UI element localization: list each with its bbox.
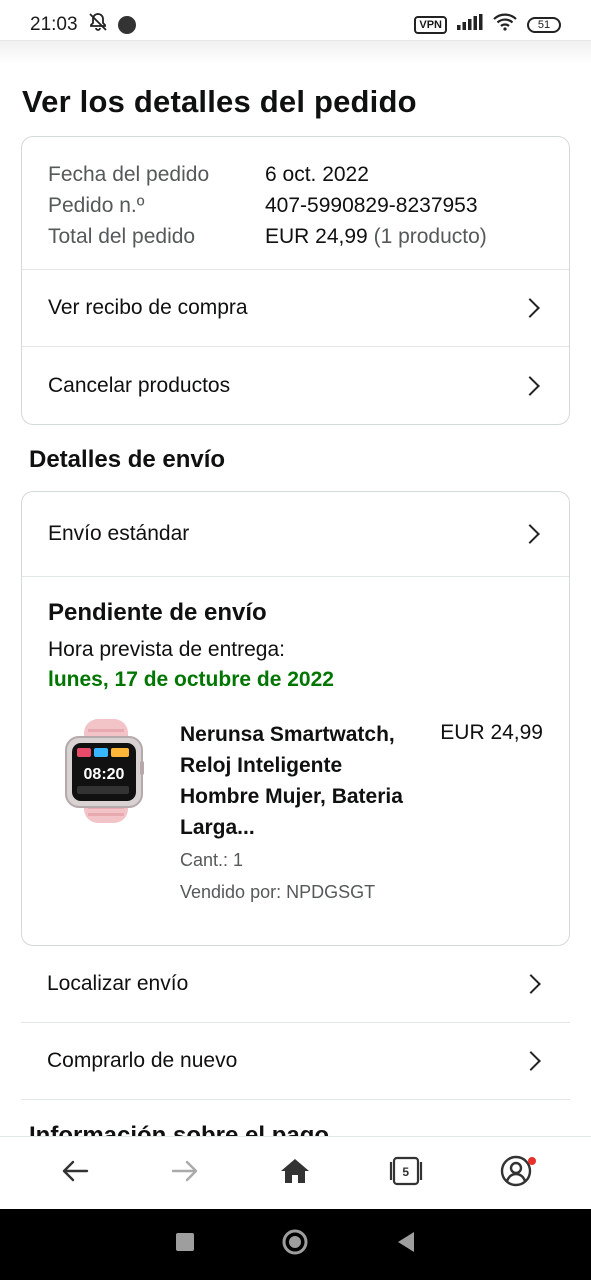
wifi-icon (493, 13, 517, 37)
order-number-value: 407-5990829-8237953 (265, 194, 478, 217)
order-total-label: Total del pedido (48, 225, 196, 248)
circle-icon (281, 1228, 309, 1261)
order-number-label: Pedido n.º (48, 194, 145, 217)
top-toolbar-shadow (0, 40, 591, 64)
notification-dot (527, 1157, 536, 1165)
view-receipt-label: Ver recibo de compra (48, 296, 248, 319)
watch-face-time: 08:20 (84, 766, 125, 783)
track-package-link[interactable]: Localizar envío (21, 946, 570, 1023)
payment-info-heading: Información sobre el pago (29, 1122, 330, 1136)
order-date-value: 6 oct. 2022 (265, 163, 369, 186)
shipment-status-title: Pendiente de envío (48, 599, 267, 626)
view-receipt-link[interactable]: Ver recibo de compra (22, 270, 569, 347)
order-total-value: EUR 24,99 (1 producto) (265, 221, 487, 252)
order-details-content[interactable]: Ver los detalles del pedido Fecha del pe… (0, 64, 591, 1136)
chevron-right-icon (520, 524, 540, 544)
shipment-status: Pendiente de envío Hora prevista de entr… (22, 577, 569, 929)
bell-muted-icon (88, 12, 108, 38)
delivery-eta-label: Hora prevista de entrega: (48, 638, 285, 661)
notification-dot-icon (117, 16, 136, 34)
signal-icon (457, 14, 483, 36)
home-button[interactable] (265, 1143, 325, 1203)
chevron-right-icon (521, 974, 541, 994)
account-button[interactable] (486, 1143, 546, 1203)
order-item-count: (1 producto) (373, 225, 487, 248)
order-number-row: Pedido n.º 407-5990829-8237953 (48, 190, 543, 221)
triangle-back-icon (396, 1231, 416, 1258)
square-icon (175, 1232, 195, 1257)
system-back-button[interactable] (386, 1225, 426, 1265)
order-summary-card: Fecha del pedido 6 oct. 2022 Pedido n.º … (21, 136, 570, 425)
product-quantity: Cant.: 1 (180, 850, 244, 870)
shipping-section-title: Detalles de envío (29, 446, 226, 473)
system-home-button[interactable] (275, 1225, 315, 1265)
order-actions-list: Localizar envío Comprarlo de nuevo (21, 946, 570, 1100)
cancel-items-link[interactable]: Cancelar productos (22, 347, 569, 424)
home-icon (280, 1157, 310, 1190)
product-image[interactable]: 08:20 (54, 719, 158, 823)
order-date-row: Fecha del pedido 6 oct. 2022 (48, 159, 543, 190)
back-button[interactable] (45, 1143, 105, 1203)
cancel-items-label: Cancelar productos (48, 373, 231, 397)
vpn-badge: VPN (414, 16, 447, 34)
battery-indicator: 51 (527, 17, 561, 33)
system-navigation-bar (0, 1209, 591, 1280)
product-details: Nerunsa Smartwatch, Reloj Inteligente Ho… (180, 719, 420, 907)
product-name[interactable]: Nerunsa Smartwatch, Reloj Inteligente Ho… (180, 719, 420, 843)
delivery-eta-date: lunes, 17 de octubre de 2022 (48, 668, 334, 691)
order-total-amount: EUR 24,99 (265, 225, 368, 248)
chevron-right-icon (520, 298, 540, 318)
arrow-left-icon (61, 1159, 89, 1188)
tabs-count: 5 (402, 1165, 409, 1179)
track-package-label: Localizar envío (47, 972, 189, 995)
forward-button[interactable] (155, 1143, 215, 1203)
page-title: Ver los detalles del pedido (22, 84, 417, 119)
bottom-navigation: 5 (0, 1136, 591, 1209)
chevron-right-icon (520, 375, 540, 396)
product-seller: Vendido por: NPDGSGT (180, 882, 376, 902)
shipping-method-link[interactable]: Envío estándar (22, 492, 569, 577)
product-item[interactable]: 08:20 Nerunsa Smartwatch, Reloj Intelige… (48, 719, 543, 907)
chevron-right-icon (521, 1051, 541, 1071)
order-info: Fecha del pedido 6 oct. 2022 Pedido n.º … (22, 137, 569, 270)
shipping-method-label: Envío estándar (48, 522, 190, 545)
status-time: 21:03 (30, 14, 78, 35)
arrow-right-icon (171, 1159, 199, 1188)
shipment-card: Envío estándar Pendiente de envío Hora p… (21, 491, 570, 946)
order-date-label: Fecha del pedido (48, 163, 210, 186)
buy-again-label: Comprarlo de nuevo (47, 1049, 238, 1072)
tabs-button[interactable]: 5 (376, 1143, 436, 1203)
product-price: EUR 24,99 (440, 721, 543, 744)
buy-again-link[interactable]: Comprarlo de nuevo (21, 1023, 570, 1100)
order-total-row: Total del pedido EUR 24,99 (1 producto) (48, 221, 543, 252)
recent-apps-button[interactable] (165, 1225, 205, 1265)
